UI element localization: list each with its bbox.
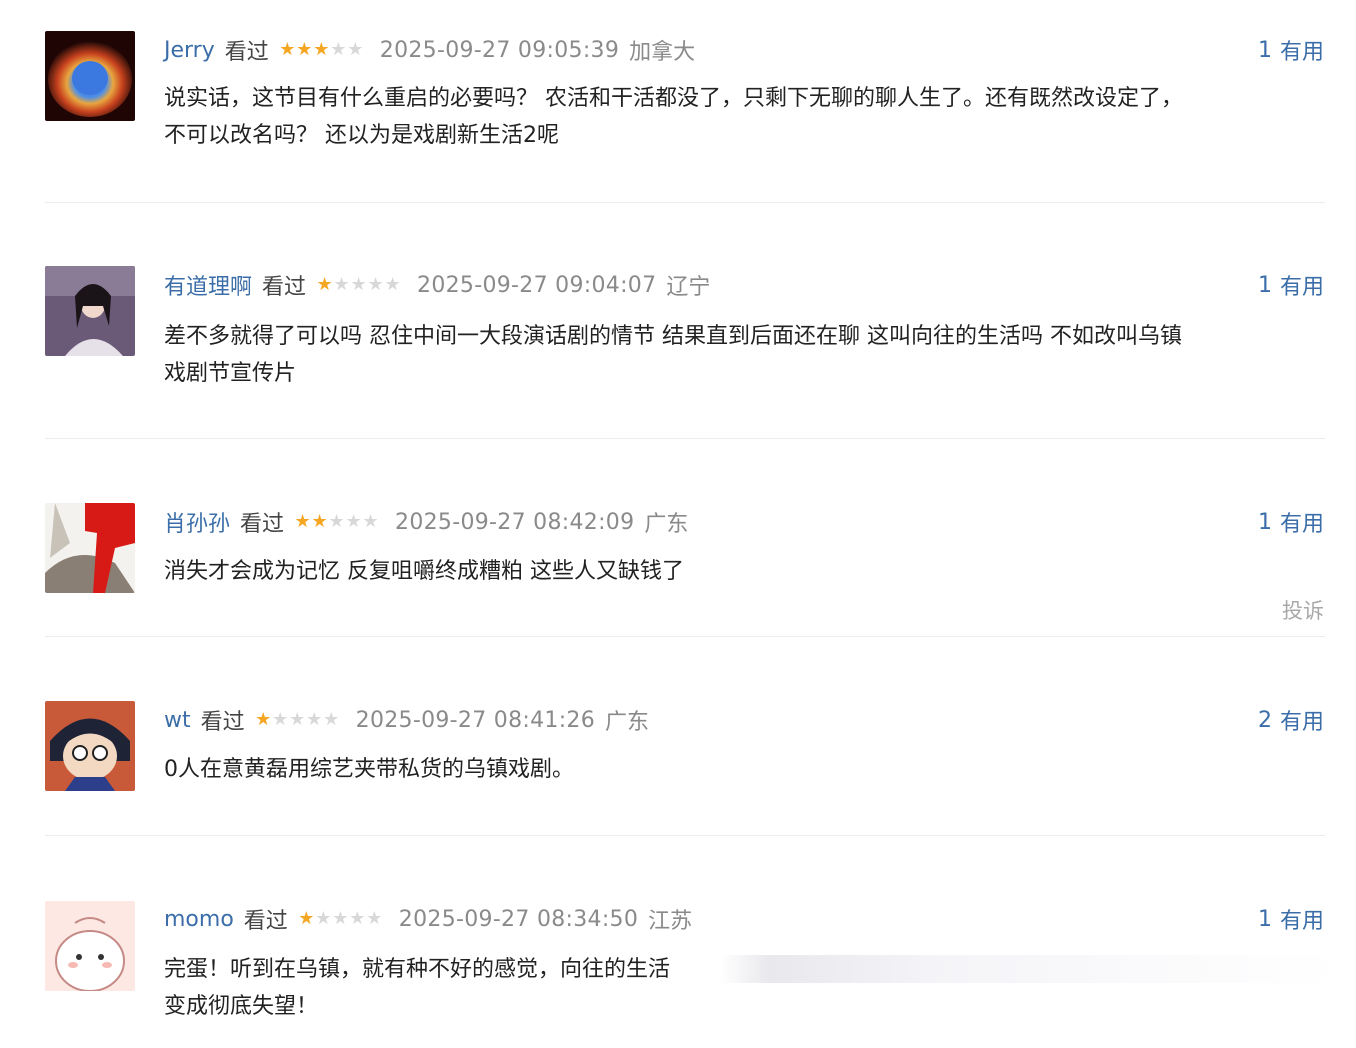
comment-text: 差不多就得了可以吗 忍住中间一大段演话剧的情节 结果直到后面还在聊 这叫向往的生… — [164, 318, 1314, 392]
rating-stars: ★ ★ ★ ★ ★ — [279, 41, 364, 59]
star-icon: ★ — [311, 511, 328, 532]
comment-meta: 有道理啊 看过 ★ ★ ★ ★ ★ 2025-09-27 09:04:07 辽宁 — [164, 269, 710, 301]
star-icon: ★ — [345, 511, 362, 532]
username-link[interactable]: momo — [164, 907, 234, 932]
username-link[interactable]: 肖孙孙 — [164, 506, 230, 538]
useful-vote-button[interactable]: 2 有用 — [1258, 704, 1324, 736]
comment-text: 说实话，这节目有什么重启的必要吗？ 农活和干活都没了，只剩下无聊的聊人生了。还有… — [164, 80, 1314, 154]
star-icon: ★ — [298, 908, 315, 929]
useful-vote-button[interactable]: 1 有用 — [1258, 903, 1324, 935]
star-icon: ★ — [333, 274, 350, 295]
username-link[interactable]: Jerry — [164, 38, 215, 63]
comment-time: 2025-09-27 09:04:07 — [417, 272, 657, 298]
watch-status: 看过 — [224, 40, 269, 65]
comment-text-line: 消失才会成为记忆 反复咀嚼终成糟粕 这些人又缺钱了 — [164, 559, 684, 584]
avatar-image — [45, 266, 135, 356]
star-icon: ★ — [349, 908, 366, 929]
comment-text-line: 不可以改名吗？ 还以为是戏剧新生活2呢 — [164, 123, 559, 148]
star-icon: ★ — [323, 709, 340, 730]
star-icon: ★ — [347, 39, 364, 60]
comment-text-line: 差不多就得了可以吗 忍住中间一大段演话剧的情节 结果直到后面还在聊 这叫向往的生… — [164, 324, 1182, 349]
star-icon: ★ — [279, 39, 296, 60]
comment-time: 2025-09-27 08:42:09 — [395, 509, 635, 535]
divider — [45, 636, 1325, 637]
comment-location: 广东 — [605, 710, 650, 735]
useful-vote-button[interactable]: 1 有用 — [1258, 506, 1324, 538]
avatar-image — [45, 701, 135, 791]
rating-stars: ★ ★ ★ ★ ★ — [255, 711, 340, 729]
comment-meta: 肖孙孙 看过 ★ ★ ★ ★ ★ 2025-09-27 08:42:09 广东 — [164, 506, 688, 538]
star-icon: ★ — [316, 274, 333, 295]
comment-text-line: 0人在意黄磊用综艺夹带私货的乌镇戏剧。 — [164, 757, 574, 782]
avatar-image — [45, 503, 135, 593]
star-icon: ★ — [272, 709, 289, 730]
star-icon: ★ — [315, 908, 332, 929]
useful-vote-button[interactable]: 1 有用 — [1258, 269, 1324, 301]
useful-label: 有用 — [1279, 710, 1324, 735]
star-icon: ★ — [384, 274, 401, 295]
watch-status: 看过 — [243, 909, 288, 934]
star-icon: ★ — [306, 709, 323, 730]
useful-count: 2 — [1257, 707, 1272, 733]
rating-stars: ★ ★ ★ ★ ★ — [294, 513, 379, 531]
useful-count: 1 — [1257, 272, 1272, 298]
comment-time: 2025-09-27 09:05:39 — [379, 37, 620, 63]
useful-count: 1 — [1257, 37, 1272, 63]
useful-count: 1 — [1257, 906, 1272, 932]
useful-vote-button[interactable]: 1 有用 — [1258, 34, 1324, 66]
star-icon: ★ — [350, 274, 367, 295]
comment-meta: wt 看过 ★ ★ ★ ★ ★ 2025-09-27 08:41:26 广东 — [164, 704, 649, 736]
useful-label: 有用 — [1279, 275, 1324, 300]
comment-location: 广东 — [644, 512, 689, 537]
avatar-image — [45, 901, 135, 991]
rating-stars: ★ ★ ★ ★ ★ — [298, 910, 383, 928]
comment-text: 消失才会成为记忆 反复咀嚼终成糟粕 这些人又缺钱了 — [164, 553, 1314, 590]
star-icon: ★ — [328, 511, 345, 532]
useful-label: 有用 — [1279, 512, 1324, 537]
star-icon: ★ — [255, 709, 272, 730]
star-icon: ★ — [332, 908, 349, 929]
comment-meta: momo 看过 ★ ★ ★ ★ ★ 2025-09-27 08:34:50 江苏 — [164, 903, 692, 935]
comment-location: 辽宁 — [666, 275, 711, 300]
avatar[interactable] — [45, 31, 135, 121]
comment-location: 江苏 — [648, 909, 693, 934]
comment-time: 2025-09-27 08:34:50 — [398, 906, 639, 932]
divider — [45, 202, 1325, 203]
comment-text-line: 变成彻底失望！ — [164, 994, 319, 1019]
star-icon: ★ — [366, 908, 383, 929]
comment-text-line: 说实话，这节目有什么重启的必要吗？ 农活和干活都没了，只剩下无聊的聊人生了。还有… — [164, 86, 1183, 111]
avatar[interactable] — [45, 701, 135, 791]
comment-text: 0人在意黄磊用综艺夹带私货的乌镇戏剧。 — [164, 751, 1314, 788]
star-icon: ★ — [330, 39, 347, 60]
avatar[interactable] — [45, 503, 135, 593]
star-icon: ★ — [313, 39, 330, 60]
star-icon: ★ — [294, 511, 311, 532]
useful-label: 有用 — [1279, 40, 1324, 65]
avatar[interactable] — [45, 266, 135, 356]
comment-location: 加拿大 — [629, 40, 696, 65]
rating-stars: ★ ★ ★ ★ ★ — [316, 276, 401, 294]
report-link[interactable]: 投诉 — [1282, 595, 1324, 625]
star-icon: ★ — [367, 274, 384, 295]
comment-meta: Jerry 看过 ★ ★ ★ ★ ★ 2025-09-27 09:05:39 加… — [164, 34, 695, 66]
comment-text-line: 戏剧节宣传片 — [164, 361, 297, 386]
divider — [45, 438, 1325, 439]
useful-label: 有用 — [1279, 909, 1324, 934]
star-icon: ★ — [289, 709, 306, 730]
comment-time: 2025-09-27 08:41:26 — [355, 707, 595, 733]
star-icon: ★ — [296, 39, 313, 60]
useful-count: 1 — [1257, 509, 1272, 535]
blur-overlay — [720, 955, 1340, 983]
watch-status: 看过 — [262, 275, 307, 300]
username-link[interactable]: 有道理啊 — [164, 269, 252, 301]
username-link[interactable]: wt — [164, 708, 191, 733]
watch-status: 看过 — [240, 512, 285, 537]
divider — [45, 835, 1325, 836]
watch-status: 看过 — [200, 710, 245, 735]
avatar-image — [45, 31, 135, 121]
avatar[interactable] — [45, 901, 135, 991]
star-icon: ★ — [362, 511, 379, 532]
